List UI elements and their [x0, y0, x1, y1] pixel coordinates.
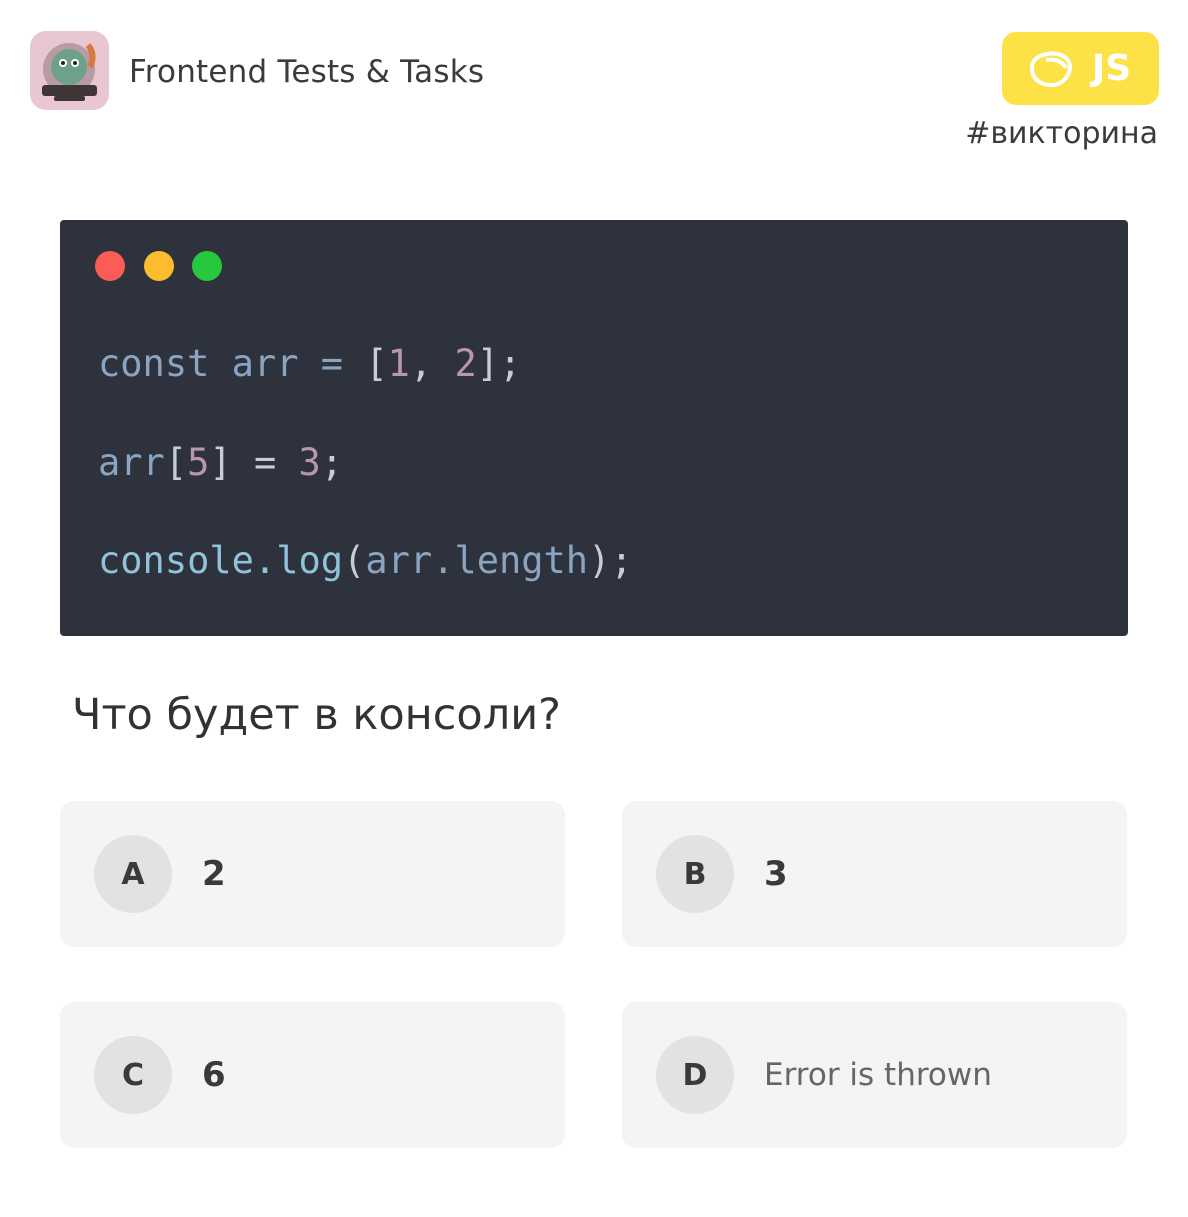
option-text: 3 [764, 854, 788, 894]
option-letter: A [94, 835, 172, 913]
option-letter: B [656, 835, 734, 913]
option-c[interactable]: C 6 [60, 1002, 565, 1148]
maximize-dot-icon [192, 251, 222, 281]
code-line-2: arr[5] = 3; [98, 441, 344, 484]
option-b[interactable]: B 3 [622, 801, 1127, 947]
close-dot-icon [95, 251, 125, 281]
minimize-dot-icon [144, 251, 174, 281]
js-badge-icon [1029, 50, 1072, 87]
option-text: 2 [202, 854, 226, 894]
option-text: Error is thrown [764, 1057, 992, 1093]
hashtag: #викторина [965, 116, 1158, 151]
channel-name: Frontend Tests & Tasks [129, 54, 485, 90]
js-badge-label: JS [1091, 48, 1132, 89]
option-a[interactable]: A 2 [60, 801, 565, 947]
frontend-logo-icon [42, 43, 97, 101]
code-window: const arr = [1, 2]; arr[5] = 3; console.… [60, 220, 1128, 636]
option-text: 6 [202, 1055, 226, 1095]
option-letter: D [656, 1036, 734, 1114]
option-d[interactable]: D Error is thrown [622, 1002, 1127, 1148]
option-letter: C [94, 1036, 172, 1114]
js-badge: JS [1002, 32, 1159, 105]
channel-logo [30, 31, 109, 110]
code-line-1: const arr = [1, 2]; [98, 342, 522, 385]
question-text: Что будет в консоли? [72, 690, 561, 740]
code-line-3: console.log(arr.length); [98, 539, 633, 582]
